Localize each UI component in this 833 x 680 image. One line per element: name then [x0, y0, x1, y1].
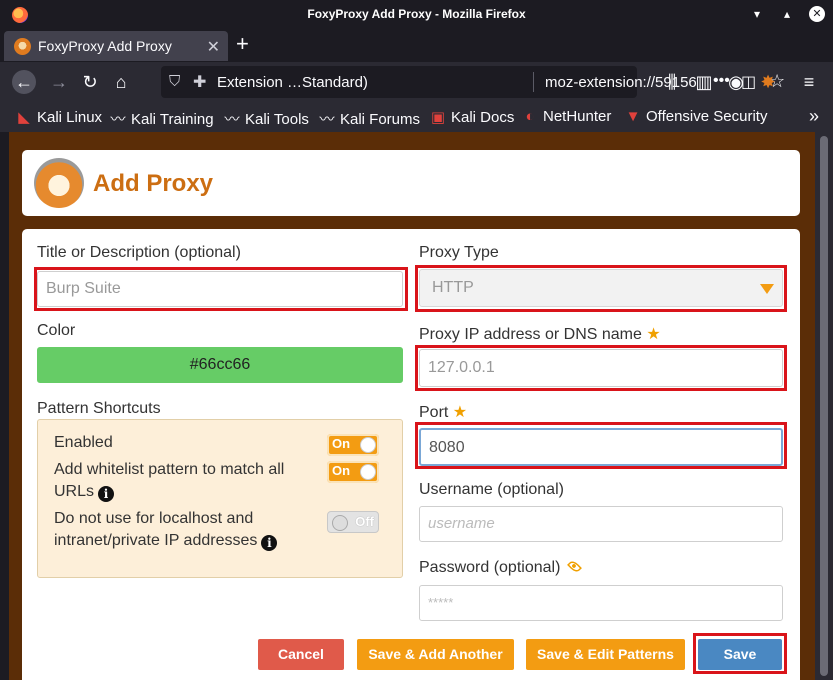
page-content: Add Proxy Title or Description (optional…: [0, 132, 833, 680]
tab-label: FoxyProxy Add Proxy: [38, 38, 172, 54]
menu-hamburger-icon[interactable]: ≡: [797, 70, 821, 94]
nethunter-icon: ◐: [525, 108, 535, 125]
page-scrollbar[interactable]: [815, 132, 833, 680]
kali-dragon-icon: 〰: [224, 111, 240, 128]
tab-bar: FoxyProxy Add Proxy ✕ +: [0, 30, 833, 62]
bookmark-kali-linux[interactable]: ◣ Kali Linux: [16, 108, 102, 126]
bookmark-offensive-security[interactable]: ▼ Offensive Security: [625, 108, 768, 125]
kali-dragon-icon: 〰: [319, 111, 335, 128]
required-star-icon: ★: [646, 326, 661, 343]
username-input[interactable]: username: [419, 506, 783, 542]
forward-arrow-icon[interactable]: →: [47, 70, 71, 94]
scrollbar-thumb[interactable]: [820, 136, 828, 676]
highlight-box: [415, 422, 787, 469]
foxyproxy-page: Add Proxy Title or Description (optional…: [9, 132, 815, 680]
bookmark-kali-docs[interactable]: ▣ Kali Docs: [430, 108, 514, 126]
save-edit-patterns-button[interactable]: Save & Edit Patterns: [526, 639, 685, 670]
password-input[interactable]: *****: [419, 585, 783, 621]
url-bar[interactable]: ⛉ ✚ Extension …Standard) moz-extension:/…: [161, 66, 785, 98]
kali-linux-icon: ◣: [18, 109, 30, 126]
localhost-toggle[interactable]: Off: [327, 511, 379, 533]
enabled-label: Enabled: [54, 434, 113, 451]
color-label: Color: [37, 322, 76, 339]
offsec-icon: ▼: [625, 108, 641, 125]
port-label: Port ★: [419, 404, 468, 421]
account-icon[interactable]: ◉: [724, 70, 748, 94]
extension-identity-label[interactable]: Extension …Standard): [217, 74, 368, 91]
reload-icon[interactable]: ↻: [78, 70, 102, 94]
bookmark-kali-training[interactable]: 〰 Kali Training: [110, 108, 213, 129]
tracking-shield-icon[interactable]: ⛉: [169, 73, 180, 90]
color-picker[interactable]: #66cc66: [37, 347, 403, 383]
highlight-box: [415, 345, 787, 391]
header-card: Add Proxy: [22, 150, 800, 216]
username-label: Username (optional): [419, 481, 564, 498]
url-text[interactable]: moz-extension://59156: [545, 74, 709, 91]
page-title: Add Proxy: [93, 170, 214, 197]
new-tab-icon[interactable]: +: [236, 32, 249, 56]
window-controls: ▾ ▴ ✕: [749, 6, 825, 22]
library-icon[interactable]: ⫼: [660, 70, 684, 94]
kali-dragon-icon: 〰: [110, 111, 126, 128]
bookmark-nethunter[interactable]: ◐ NetHunter: [522, 108, 611, 125]
info-icon[interactable]: i: [98, 486, 115, 502]
whitelist-toggle[interactable]: On: [327, 461, 379, 483]
bookmarks-overflow-icon[interactable]: »: [809, 106, 819, 127]
toggle-knob: [360, 464, 376, 480]
highlight-box: [34, 267, 408, 311]
urlbar-separator: [533, 72, 534, 92]
tab-foxyproxy[interactable]: FoxyProxy Add Proxy ✕: [4, 31, 228, 61]
pattern-shortcuts-panel: Enabled On Add whitelist pattern to matc…: [37, 419, 403, 578]
tab-close-icon[interactable]: ✕: [207, 37, 220, 57]
whitelist-label: Add whitelist pattern to match all URLs i: [54, 461, 285, 502]
sidebar-icon[interactable]: ▥: [692, 70, 716, 94]
localhost-label: Do not use for localhost and intranet/pr…: [54, 508, 278, 552]
close-window-icon[interactable]: ✕: [809, 6, 825, 22]
foxyproxy-favicon-icon: [14, 38, 31, 55]
title-label: Title or Description (optional): [37, 244, 241, 261]
highlight-box: [693, 633, 787, 674]
bookmarks-toolbar: ◣ Kali Linux 〰 Kali Training 〰 Kali Tools 〰…: [0, 102, 833, 132]
back-arrow-icon[interactable]: ←: [12, 70, 36, 94]
maximize-icon[interactable]: ▴: [779, 6, 795, 22]
enabled-toggle[interactable]: On: [327, 434, 379, 456]
window-title: FoxyProxy Add Proxy - Mozilla Firefox: [307, 7, 526, 21]
foxyproxy-logo-icon: [34, 158, 84, 208]
toggle-knob: [360, 437, 376, 453]
proxy-form: Title or Description (optional) Burp Sui…: [22, 229, 800, 680]
highlight-box: [415, 265, 787, 312]
foxyproxy-toolbar-icon[interactable]: ✸: [756, 70, 780, 94]
required-star-icon: ★: [452, 404, 468, 421]
navigation-toolbar: ← → ↻ ⌂ ⛉ ✚ Extension …Standard) moz-ext…: [0, 62, 833, 102]
info-icon[interactable]: i: [261, 535, 278, 551]
window-titlebar: FoxyProxy Add Proxy - Mozilla Firefox ▾ …: [0, 0, 833, 30]
bookmark-kali-tools[interactable]: 〰 Kali Tools: [224, 108, 308, 129]
proxy-type-label: Proxy Type: [419, 244, 499, 261]
save-add-another-button[interactable]: Save & Add Another: [357, 639, 514, 670]
bookmark-kali-forums[interactable]: 〰 Kali Forums: [319, 108, 420, 129]
pattern-shortcuts-label: Pattern Shortcuts: [37, 400, 161, 417]
kali-docs-icon: ▣: [430, 109, 446, 126]
home-icon[interactable]: ⌂: [109, 70, 133, 94]
extension-puzzle-icon: ✚: [193, 74, 207, 91]
toggle-knob: [332, 515, 348, 531]
cancel-button[interactable]: Cancel: [258, 639, 344, 670]
eye-icon[interactable]: [567, 559, 583, 574]
minimize-icon[interactable]: ▾: [749, 6, 765, 22]
proxy-ip-label: Proxy IP address or DNS name ★: [419, 326, 661, 343]
password-label: Password (optional): [419, 559, 583, 577]
